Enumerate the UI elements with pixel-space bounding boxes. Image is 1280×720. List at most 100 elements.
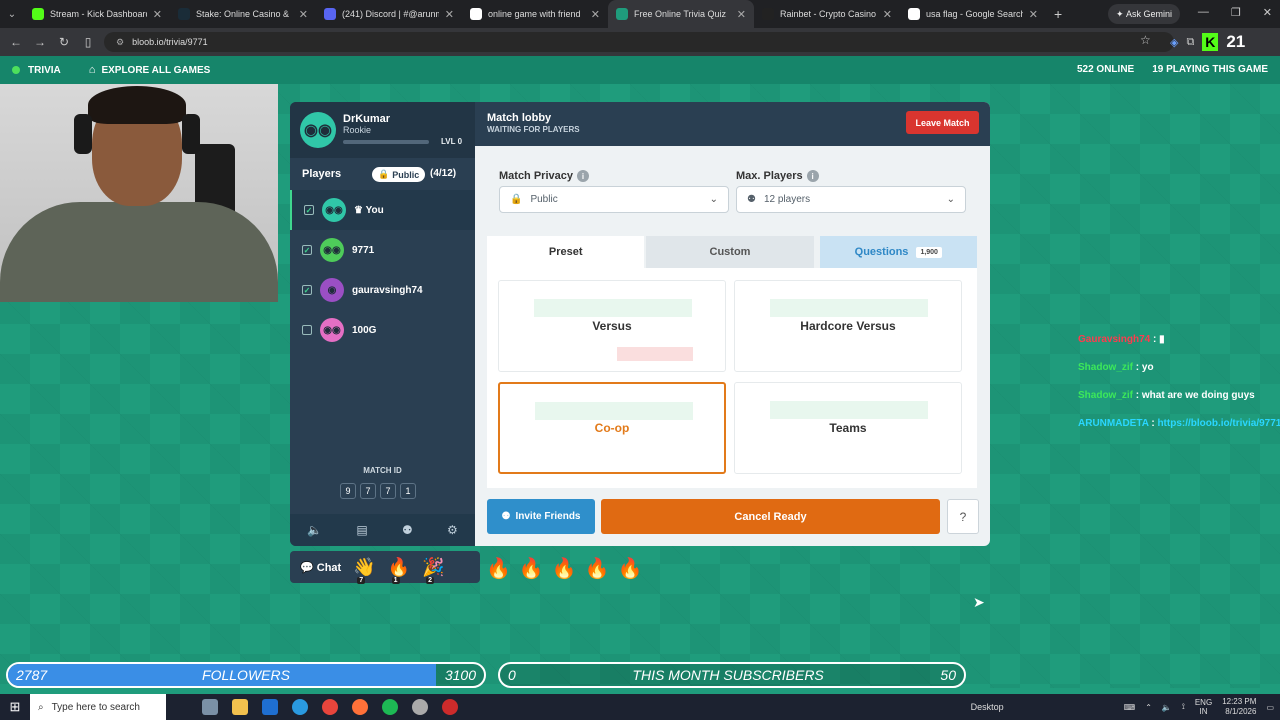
browser-tab[interactable]: Free Online Trivia Quiz ✕ (608, 0, 754, 28)
edge-icon[interactable] (292, 699, 308, 715)
site-info-icon[interactable]: ⚙ (116, 37, 124, 48)
privacy-select[interactable]: 🔒 Public ⌄ (499, 186, 729, 213)
close-tab-icon[interactable]: ✕ (445, 8, 454, 21)
stream-chat-message: Gauravsingh74 : ▮ (1078, 326, 1280, 354)
language-indicator[interactable]: ENG IN (1195, 698, 1212, 716)
sidepanel-icon[interactable]: ▯ (76, 35, 100, 49)
close-window-icon[interactable]: ✕ (1263, 6, 1272, 19)
app-icon[interactable] (412, 699, 428, 715)
spotify-icon[interactable] (382, 699, 398, 715)
lock-icon: 🔒 (378, 169, 390, 179)
close-tab-icon[interactable]: ✕ (153, 8, 162, 21)
url-input[interactable]: ⚙ bloob.io/trivia/9771 (104, 32, 1174, 52)
wifi-icon[interactable]: ⟟ (1182, 702, 1185, 712)
notification-icon[interactable]: ▭ (1266, 703, 1274, 712)
mode-card-hardcore-versus[interactable]: Hardcore Versus (734, 280, 962, 372)
browser-tab[interactable]: usa flag - Google Search ✕ (900, 0, 1046, 28)
url-text: bloob.io/trivia/9771 (132, 37, 208, 47)
taskbar-search-input[interactable]: ⌕ Type here to search (30, 694, 166, 720)
tab-custom[interactable]: Custom (646, 236, 814, 268)
favicon-icon (470, 8, 482, 20)
tab-search-icon[interactable]: ⌄ (0, 0, 24, 28)
cancel-ready-button[interactable]: Cancel Ready (601, 499, 940, 534)
tray-chevron-icon[interactable]: ⌃ (1145, 703, 1152, 712)
gemini-icon: ✦ (1116, 8, 1127, 19)
puzzle-icon[interactable]: ⧉ (1186, 36, 1194, 49)
windows-start-icon[interactable]: ⊞ (0, 699, 30, 715)
close-tab-icon[interactable]: ✕ (737, 8, 746, 21)
volume-icon[interactable]: 🔈 (1162, 703, 1172, 712)
friends-icon[interactable]: ⚉ (402, 523, 413, 537)
bookmark-star-icon[interactable]: ☆ (1140, 33, 1151, 47)
home-icon: ⌂ (88, 64, 96, 76)
invite-friends-button[interactable]: ⚉ Invite Friends (487, 499, 595, 534)
keyboard-icon[interactable]: ⌨ (1124, 703, 1136, 712)
game-title-link[interactable]: TRIVIA (28, 65, 61, 76)
maximize-icon[interactable]: ❐ (1231, 6, 1241, 19)
settings-gear-icon[interactable]: ⚙ (447, 523, 458, 537)
sound-icon[interactable]: 🔈 (307, 523, 322, 537)
extensions-area: ◈ ⧉ K 21 (1170, 32, 1245, 52)
mode-card-teams[interactable]: Teams (734, 382, 962, 474)
chrome-icon[interactable] (322, 699, 338, 715)
browser-tab[interactable]: Stake: Online Casino & ✕ (170, 0, 316, 28)
floating-fire-icon: 🔥 (486, 558, 511, 580)
player-name-text: You (365, 204, 384, 216)
browser-tab-title: Stream - Kick Dashboard (50, 9, 147, 19)
player-name[interactable]: ♛ You (354, 205, 384, 216)
info-icon[interactable]: i (576, 170, 589, 182)
favicon-icon (616, 8, 628, 20)
file-explorer-icon[interactable] (232, 699, 248, 715)
reaction-button[interactable]: 👋 7 (353, 557, 376, 584)
chat-button[interactable]: 💬 Chat (300, 561, 341, 574)
close-tab-icon[interactable]: ✕ (299, 8, 308, 21)
minimize-icon[interactable]: — (1198, 6, 1209, 19)
headset-left (74, 114, 92, 154)
match-id-digits: 9771 (340, 483, 416, 499)
book-icon[interactable]: ▤ (356, 523, 367, 537)
privacy-pill: 🔒 Public (372, 167, 426, 182)
followers-label: FOLLOWERS (202, 667, 290, 683)
back-icon[interactable]: ← (4, 35, 28, 49)
browser-tab[interactable]: Rainbet - Crypto Casino & ✕ (754, 0, 900, 28)
firefox-icon[interactable] (352, 699, 368, 715)
browser-tab[interactable]: (241) Discord | #@arunma ✕ (316, 0, 462, 28)
extension-icon[interactable]: ◈ (1170, 36, 1178, 49)
left-sidebar: ◉◉ DrKumar Rookie LVL 0 Players 🔒 Public … (290, 102, 475, 546)
clock[interactable]: 12:23 PM 8/1/2026 (1222, 697, 1256, 717)
max-players-select[interactable]: ⚉ 12 players ⌄ (736, 186, 966, 213)
browser-tab[interactable]: online game with friend ✕ (462, 0, 608, 28)
max-players-label: Max. Players i (736, 170, 819, 182)
store-icon[interactable] (262, 699, 278, 715)
chevron-down-icon: ⌄ (709, 194, 718, 205)
close-tab-icon[interactable]: ✕ (1029, 8, 1038, 21)
subs-goal-bar: 0 THIS MONTH SUBSCRIBERS 50 (498, 662, 966, 688)
new-tab-button[interactable]: + (1046, 6, 1070, 22)
forward-icon[interactable]: → (28, 35, 52, 49)
desktop-label[interactable]: Desktop (971, 702, 1004, 712)
close-tab-icon[interactable]: ✕ (591, 8, 600, 21)
player-name[interactable]: 100G (352, 325, 376, 336)
reaction-button[interactable]: 🔥 1 (388, 557, 410, 584)
ask-gemini-button[interactable]: ✦ Ask Gemini (1108, 4, 1181, 24)
mode-card-co-op[interactable]: Co-op (498, 382, 726, 474)
browser-tab[interactable]: Stream - Kick Dashboard ✕ (24, 0, 170, 28)
tab-preset[interactable]: Preset (487, 236, 645, 268)
obs-icon[interactable] (442, 699, 458, 715)
task-view-icon[interactable] (202, 699, 218, 715)
help-button[interactable]: ? (947, 499, 979, 534)
reload-icon[interactable]: ↻ (52, 35, 76, 49)
player-name[interactable]: gauravsingh74 (352, 285, 423, 296)
player-name[interactable]: 9771 (352, 245, 374, 256)
mode-card-versus[interactable]: Versus (498, 280, 726, 372)
close-tab-icon[interactable]: ✕ (883, 8, 892, 21)
leave-match-button[interactable]: Leave Match (906, 111, 979, 134)
region-text: IN (1199, 707, 1208, 716)
player-count: (4/12) (430, 168, 457, 179)
avatar[interactable]: ◉◉ (300, 112, 336, 148)
tab-questions[interactable]: Questions 1,900 (819, 236, 977, 268)
info-icon[interactable]: i (806, 170, 819, 182)
explore-games-link[interactable]: EXPLORE ALL GAMES (101, 65, 210, 76)
lang-text: ENG (1194, 698, 1213, 707)
reaction-button[interactable]: 🎉 2 (422, 557, 444, 584)
